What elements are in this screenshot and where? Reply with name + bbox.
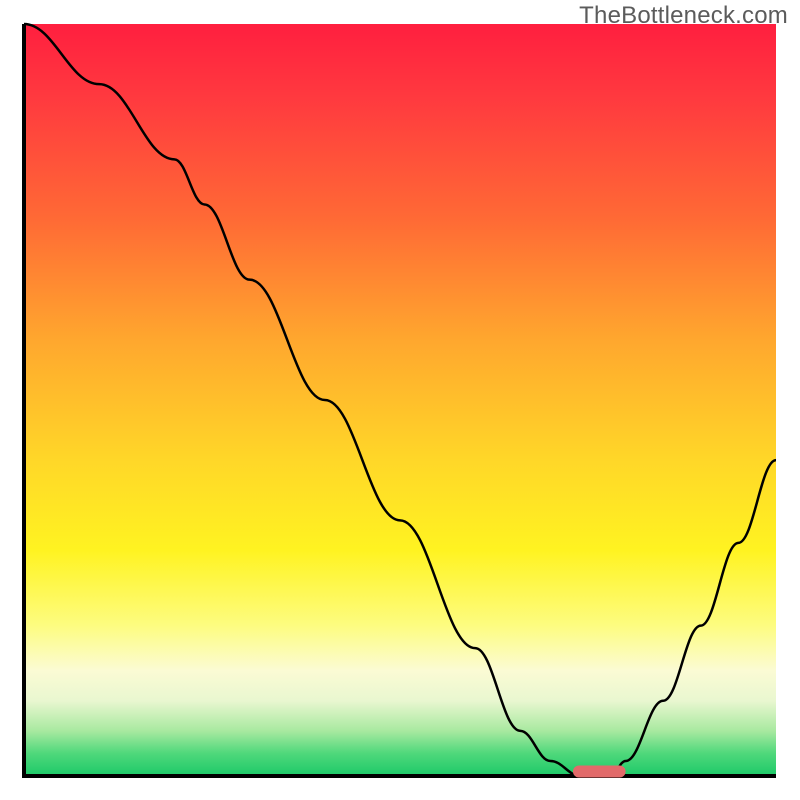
optimal-range-marker (573, 765, 626, 777)
chart-container: TheBottleneck.com (0, 0, 800, 800)
chart-svg (0, 0, 800, 800)
watermark-text: TheBottleneck.com (579, 2, 788, 30)
bottleneck-curve (24, 24, 776, 776)
axis-lines (24, 24, 776, 776)
